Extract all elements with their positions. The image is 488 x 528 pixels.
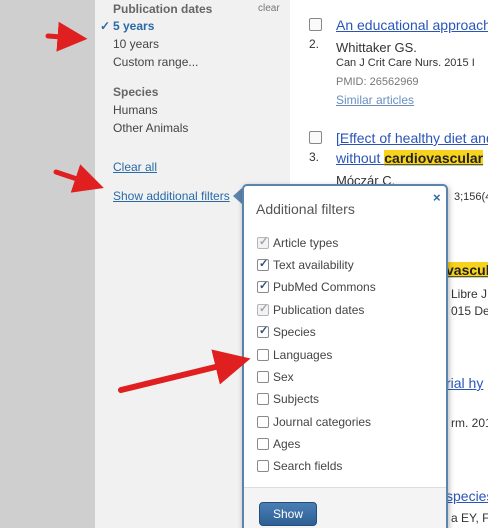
result-journal-fragment: Libre J: [451, 287, 488, 301]
date-option-5-years[interactable]: 5 years: [113, 19, 154, 33]
filter-sex[interactable]: Sex: [257, 369, 294, 385]
result-title-fragment[interactable]: vascular: [446, 262, 488, 278]
show-button[interactable]: Show: [259, 502, 317, 526]
checkbox[interactable]: [257, 438, 269, 450]
result-journal-fragment: 3;156(4: [454, 191, 488, 203]
species-option-humans[interactable]: Humans: [113, 103, 158, 117]
filter-text-availability[interactable]: Text availability: [257, 257, 354, 273]
date-option-custom-range[interactable]: Custom range...: [113, 55, 198, 69]
filter-journal-categories[interactable]: Journal categories: [257, 414, 371, 430]
filter-label: Species: [273, 325, 316, 339]
filter-label: Subjects: [273, 392, 320, 406]
popup-footer: Show: [244, 487, 446, 528]
result-number: 3.: [309, 150, 320, 164]
highlighted-term: vascular: [446, 262, 488, 278]
additional-filters-popup: Additional filters × Article types Text …: [242, 184, 448, 528]
show-additional-filters-link[interactable]: Show additional filters: [113, 189, 230, 203]
popup-caret: [233, 188, 242, 204]
checkbox[interactable]: [257, 393, 269, 405]
filter-label: Sex: [273, 370, 294, 384]
filter-label: Journal categories: [273, 415, 372, 429]
species-option-other-animals[interactable]: Other Animals: [113, 121, 188, 135]
filter-search-fields[interactable]: Search fields: [257, 458, 342, 474]
filter-label: Languages: [273, 348, 333, 362]
selected-check-icon: ✓: [100, 19, 111, 33]
checkbox[interactable]: [257, 349, 269, 361]
highlighted-term: cardiovascular: [384, 150, 484, 166]
filter-label: Search fields: [273, 459, 343, 473]
result-title-link-line2[interactable]: without cardiovascular: [336, 150, 484, 166]
checkbox[interactable]: [257, 371, 269, 383]
checkbox[interactable]: [257, 324, 269, 338]
checkbox[interactable]: [257, 279, 269, 293]
filter-label: Article types: [273, 236, 339, 250]
clear-all-link[interactable]: Clear all: [113, 160, 157, 174]
result-journal-fragment: rm. 201: [451, 416, 488, 430]
filter-article-types[interactable]: Article types: [257, 235, 338, 251]
result-authors: Whittaker GS.: [336, 40, 417, 55]
result-authors-fragment: a EY, F: [451, 511, 488, 525]
filter-ages[interactable]: Ages: [257, 436, 300, 452]
filter-languages[interactable]: Languages: [257, 347, 332, 363]
result-number: 2.: [309, 37, 320, 51]
result-title-fragment[interactable]: species: [446, 488, 488, 504]
clear-dates-link[interactable]: clear: [258, 3, 280, 14]
checkbox[interactable]: [257, 235, 269, 249]
result-pmid: PMID: 26562969: [336, 76, 419, 88]
filter-pubmed-commons[interactable]: PubMed Commons: [257, 279, 376, 295]
close-icon[interactable]: ×: [433, 190, 441, 205]
filter-species[interactable]: Species: [257, 324, 316, 340]
result-title-link[interactable]: [Effect of healthy diet and: [336, 130, 488, 146]
filter-label: Text availability: [273, 258, 354, 272]
publication-dates-heading: Publication dates: [113, 2, 213, 16]
checkbox[interactable]: [257, 460, 269, 472]
result-checkbox[interactable]: [309, 18, 322, 31]
filter-label: Publication dates: [273, 303, 365, 317]
result-title-fragment[interactable]: rial hy: [446, 375, 483, 391]
filter-subjects[interactable]: Subjects: [257, 391, 319, 407]
checkbox[interactable]: [257, 302, 269, 316]
popup-title: Additional filters: [256, 201, 355, 217]
checkbox[interactable]: [257, 257, 269, 271]
result-journal: Can J Crit Care Nurs. 2015 I: [336, 57, 475, 69]
similar-articles-link[interactable]: Similar articles: [336, 93, 414, 107]
checkbox[interactable]: [257, 416, 269, 428]
date-option-10-years[interactable]: 10 years: [113, 37, 159, 51]
result-title-link[interactable]: An educational approach: [336, 17, 488, 33]
left-gutter: [0, 0, 95, 528]
filter-label: Ages: [273, 437, 301, 451]
species-heading: Species: [113, 85, 159, 99]
filter-publication-dates[interactable]: Publication dates: [257, 302, 364, 318]
filter-label: PubMed Commons: [273, 280, 376, 294]
result-checkbox[interactable]: [309, 131, 322, 144]
title-text: without: [336, 150, 385, 166]
result-year-fragment: 015 De: [451, 304, 488, 318]
